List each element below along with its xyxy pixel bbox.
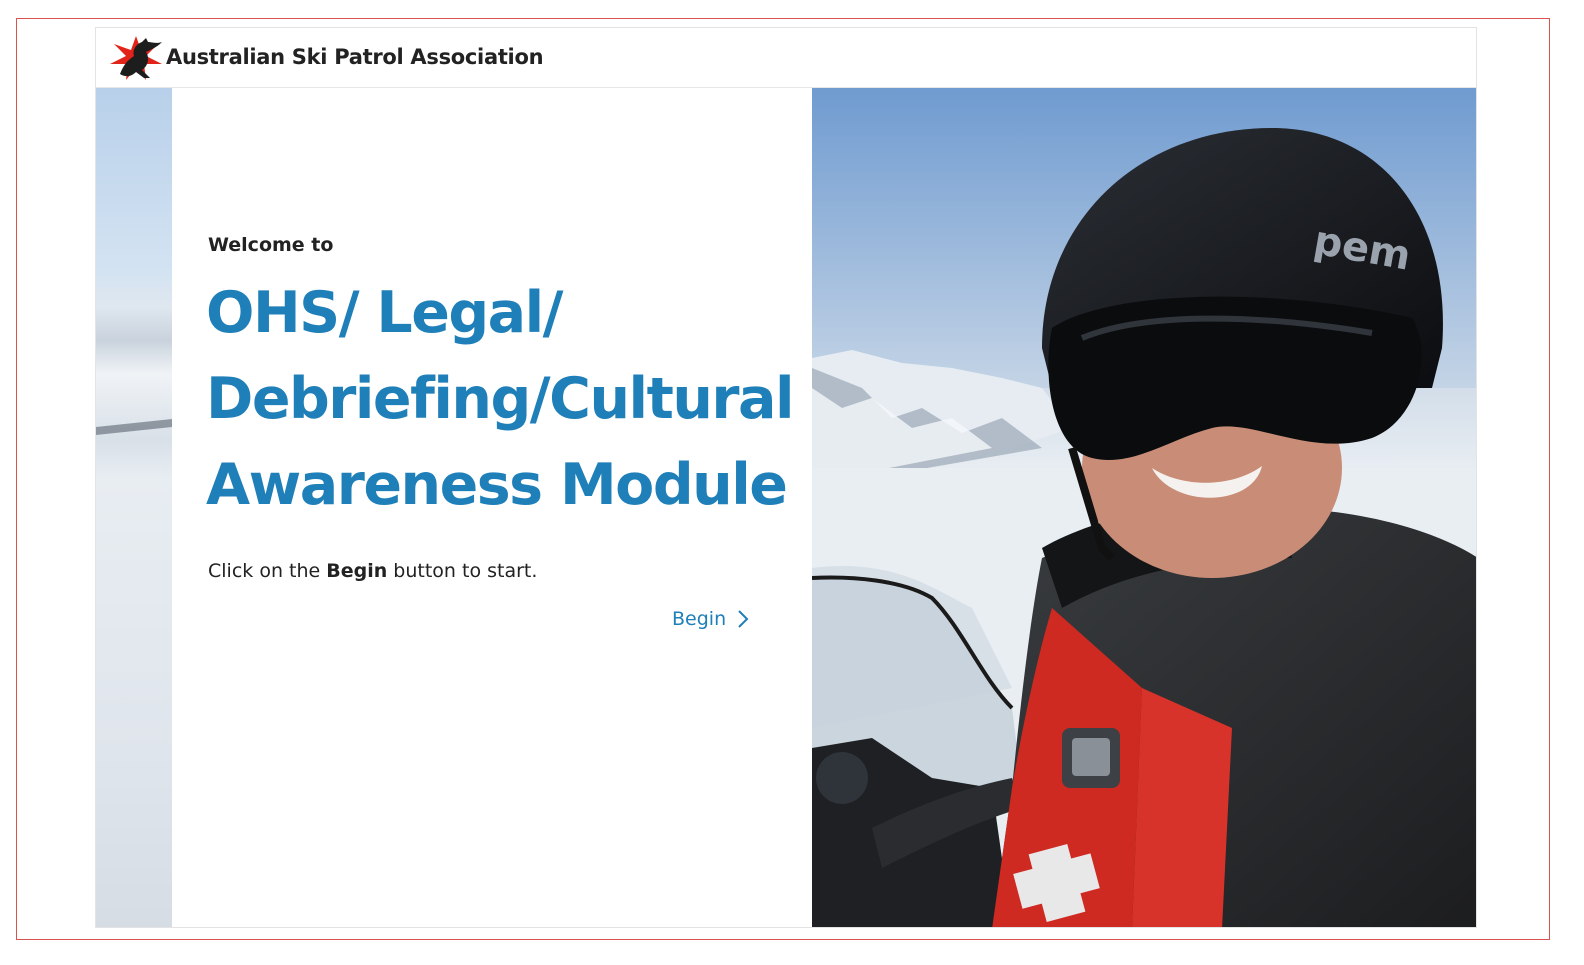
- begin-button[interactable]: Begin: [672, 608, 750, 630]
- begin-label: Begin: [672, 608, 727, 630]
- ski-patroller-photo: pem: [812, 88, 1476, 927]
- instruction-bold: Begin: [326, 560, 388, 582]
- header-bar: Australian Ski Patrol Association: [96, 28, 1476, 88]
- module-title: OHS/ Legal/ Debriefing/Cultural Awarenes…: [206, 270, 806, 528]
- instruction-text: Click on the Begin button to start.: [208, 560, 537, 582]
- background-snow-photo: [96, 88, 172, 927]
- welcome-text: Welcome to: [208, 234, 334, 256]
- organization-name: Australian Ski Patrol Association: [166, 45, 544, 69]
- module-title-line-2: Debriefing/Cultural: [206, 366, 795, 432]
- instruction-prefix: Click on the: [208, 560, 327, 582]
- photo-illustration: pem: [812, 88, 1476, 927]
- instruction-suffix: button to start.: [387, 560, 538, 582]
- module-card: Australian Ski Patrol Association Welcom…: [95, 27, 1477, 928]
- module-title-line-1: OHS/ Legal/: [206, 280, 563, 346]
- kangaroo-star-logo-icon: [110, 36, 162, 80]
- chevron-right-icon: [738, 610, 749, 628]
- welcome-panel: Welcome to OHS/ Legal/ Debriefing/Cultur…: [172, 88, 812, 927]
- module-title-line-3: Awareness Module: [206, 452, 788, 518]
